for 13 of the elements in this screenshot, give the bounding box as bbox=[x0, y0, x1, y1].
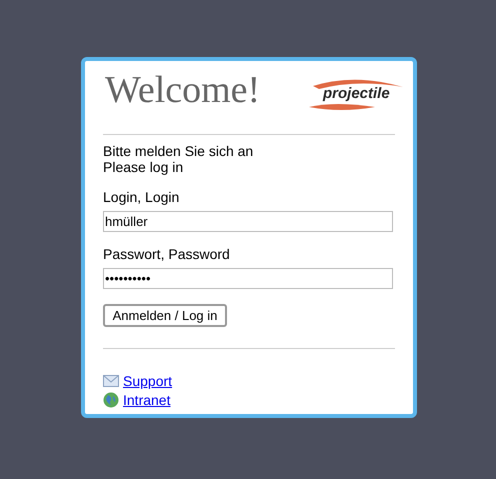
link[interactable]: Intranet bbox=[123, 392, 170, 408]
logo: projectile bbox=[305, 77, 405, 111]
globe-icon bbox=[103, 392, 119, 408]
login-field[interactable]: hmüller bbox=[103, 211, 393, 232]
field-label: Login, Login bbox=[103, 189, 180, 205]
intro-text: Bitte melden Sie sich an bbox=[103, 143, 254, 159]
link[interactable]: Support bbox=[123, 372, 172, 388]
field-label: Passwort, Password bbox=[103, 246, 231, 262]
login-button[interactable]: Anmelden / Log in bbox=[103, 304, 227, 327]
intro-text: Please log in bbox=[103, 159, 184, 175]
welcome-heading: Welcome! bbox=[104, 68, 260, 113]
password-field[interactable]: •••••••••• bbox=[103, 268, 393, 289]
envelope-icon bbox=[103, 374, 119, 386]
